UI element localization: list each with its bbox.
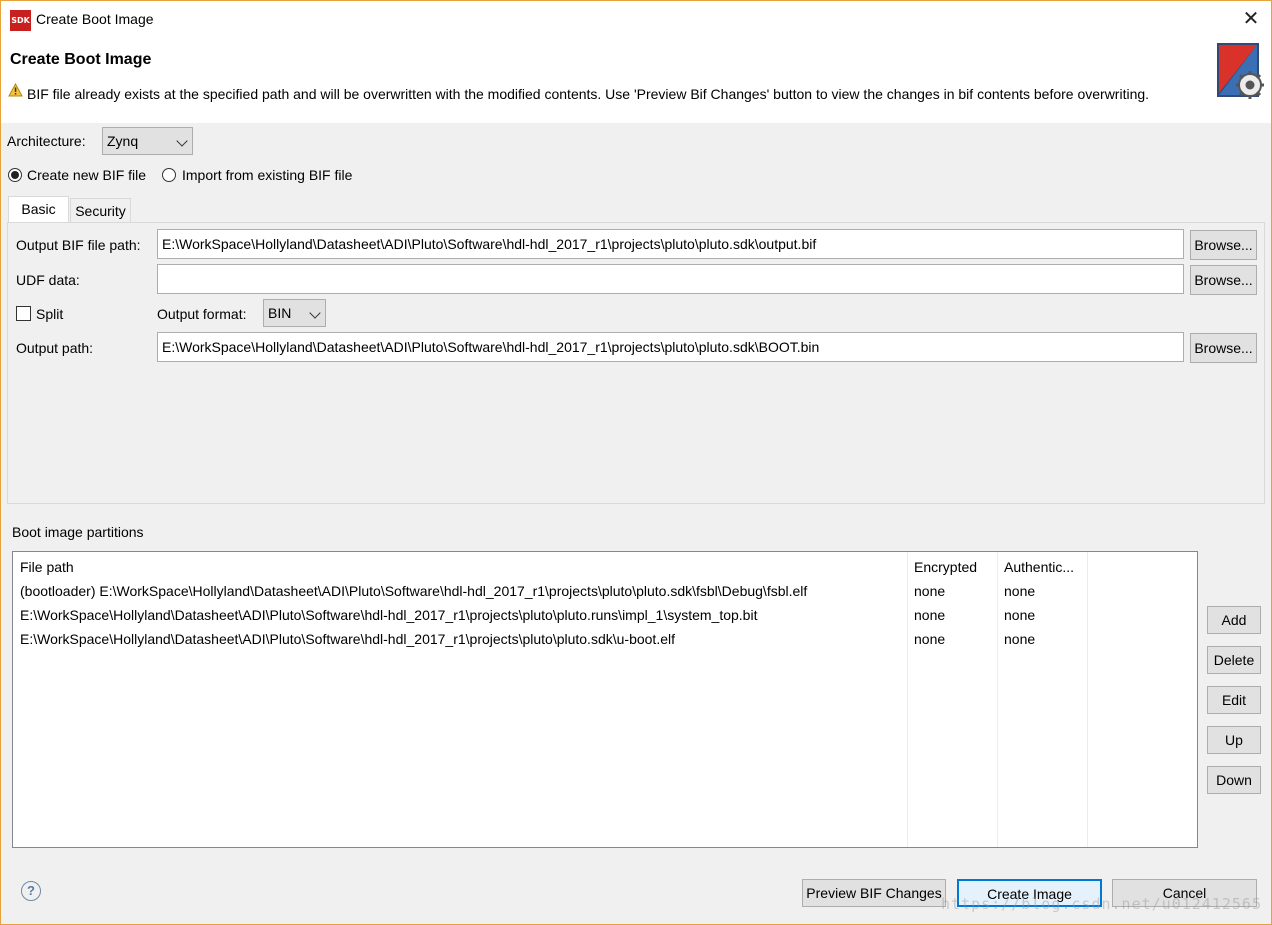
column-header-file-path[interactable]: File path [20,559,74,575]
architecture-label: Architecture: [7,133,86,149]
move-down-button[interactable]: Down [1207,766,1261,794]
row-file-path: (bootloader) E:\WorkSpace\Hollyland\Data… [20,583,808,599]
browse-udf-button[interactable]: Browse... [1190,265,1257,295]
import-bif-label[interactable]: Import from existing BIF file [182,167,352,183]
output-format-value: BIN [268,305,292,321]
tab-basic[interactable]: Basic [8,196,69,223]
partitions-table[interactable]: File path Encrypted Authentic... (bootlo… [12,551,1198,848]
column-header-encrypted[interactable]: Encrypted [914,559,977,575]
partitions-section-label: Boot image partitions [12,524,144,540]
sdk-app-icon: SDK [10,10,31,31]
chevron-down-icon [176,135,188,147]
title-bar: SDK Create Boot Image ✕ [1,1,1271,39]
row-file-path: E:\WorkSpace\Hollyland\Datasheet\ADI\Plu… [20,607,758,623]
udf-data-label: UDF data: [16,272,80,288]
row-encrypted: none [914,583,946,599]
create-new-bif-label[interactable]: Create new BIF file [27,167,146,183]
window-title: Create Boot Image [36,11,154,27]
browse-output-bif-button[interactable]: Browse... [1190,230,1257,260]
output-path-label: Output path: [16,340,94,356]
add-partition-button[interactable]: Add [1207,606,1261,634]
row-authentication: none [1004,583,1036,599]
close-icon[interactable]: ✕ [1239,7,1263,31]
create-boot-image-dialog: SDK Create Boot Image ✕ Create Boot Imag… [0,0,1272,925]
column-header-authentication[interactable]: Authentic... [1004,559,1074,575]
table-row[interactable]: E:\WorkSpace\Hollyland\Datasheet\ADI\Plu… [13,604,1197,628]
split-label[interactable]: Split [36,306,63,322]
row-encrypted: none [914,607,946,623]
dialog-title: Create Boot Image [10,51,152,68]
table-row[interactable]: (bootloader) E:\WorkSpace\Hollyland\Data… [13,580,1197,604]
output-format-select[interactable]: BIN [263,299,326,327]
import-bif-radio[interactable] [162,168,176,182]
warning-message: BIF file already exists at the specified… [27,86,1150,102]
warning-icon [8,83,23,97]
output-path-field[interactable]: E:\WorkSpace\Hollyland\Datasheet\ADI\Plu… [157,332,1184,362]
chevron-down-icon [309,307,321,319]
edit-partition-button[interactable]: Edit [1207,686,1261,714]
preview-bif-changes-button[interactable]: Preview BIF Changes [802,879,946,907]
output-format-label: Output format: [157,306,247,322]
architecture-select[interactable]: Zynq [102,127,193,155]
output-bif-path-field[interactable]: E:\WorkSpace\Hollyland\Datasheet\ADI\Plu… [157,229,1184,259]
udf-data-field[interactable] [157,264,1184,294]
watermark-text: https://blog.csdn.net/u012412565 [941,895,1262,913]
output-bif-label: Output BIF file path: [16,237,141,253]
row-file-path: E:\WorkSpace\Hollyland\Datasheet\ADI\Plu… [20,631,675,647]
row-encrypted: none [914,631,946,647]
delete-partition-button[interactable]: Delete [1207,646,1261,674]
move-up-button[interactable]: Up [1207,726,1261,754]
row-authentication: none [1004,631,1036,647]
architecture-value: Zynq [107,133,139,149]
row-authentication: none [1004,607,1036,623]
create-new-bif-radio[interactable] [8,168,22,182]
boot-image-gear-icon [1217,43,1264,99]
dialog-header: Create Boot Image BIF file already exist… [1,39,1271,123]
browse-output-path-button[interactable]: Browse... [1190,333,1257,363]
table-row[interactable]: E:\WorkSpace\Hollyland\Datasheet\ADI\Plu… [13,628,1197,652]
tab-security[interactable]: Security [70,198,131,224]
help-icon[interactable]: ? [21,881,41,901]
split-checkbox[interactable] [16,306,31,321]
